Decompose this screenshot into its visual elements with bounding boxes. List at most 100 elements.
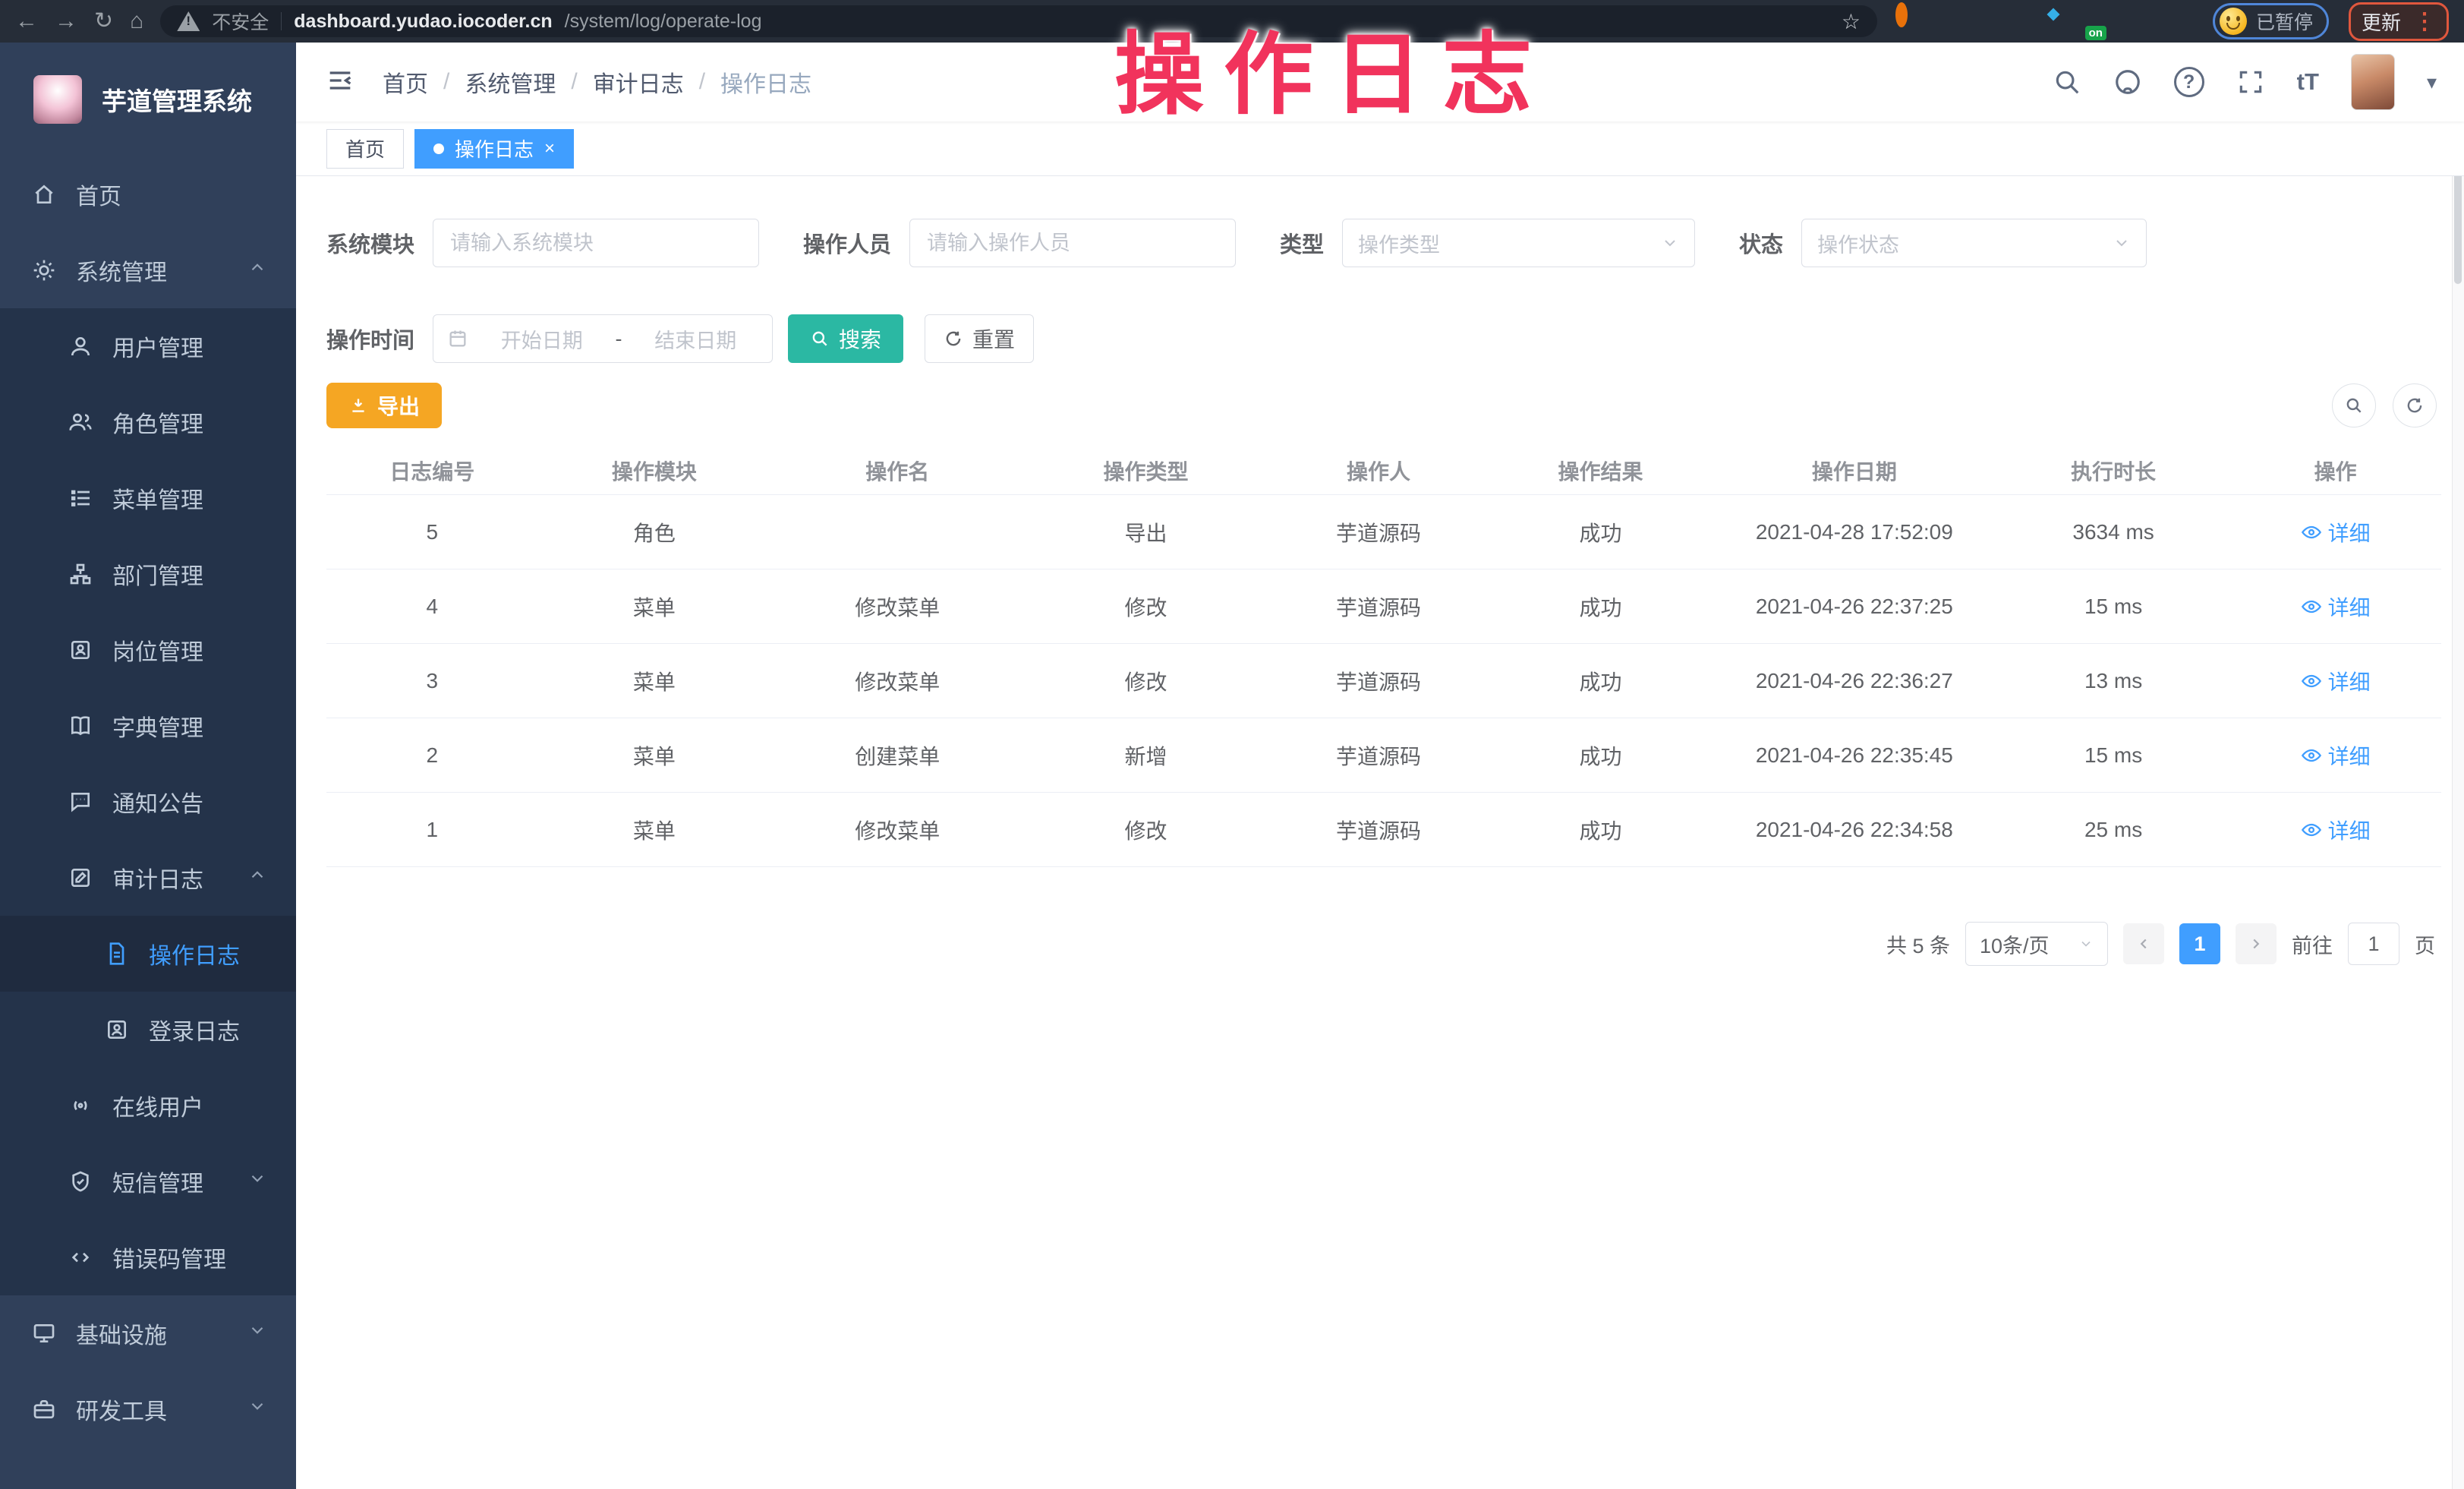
browser-reload-icon[interactable]: ↻ [94,10,113,33]
sidebar-item-label: 错误码管理 [112,1241,226,1274]
app-logo-row[interactable]: 芋道管理系统 [0,43,296,156]
detail-link[interactable]: 详细 [2229,666,2441,696]
url-divider [281,12,282,30]
refresh-table-button[interactable] [2393,383,2437,427]
sidebar-item-label: 角色管理 [112,405,203,439]
page-root: ← → ↻ ⌂ ! 不安全 dashboard.yudao.iocoder.cn… [0,0,2464,1489]
breadcrumb-item[interactable]: 审计日志 [593,65,684,99]
sidebar-item-label: 岗位管理 [112,633,203,667]
detail-link[interactable]: 详细 [2229,740,2441,771]
table-row: 3 菜单 修改菜单 修改 芋道源码 成功 2021-04-26 22:36:27… [326,644,2441,718]
sidebar-item-infra[interactable]: 基础设施 [0,1295,296,1371]
browser-chrome: ← → ↻ ⌂ ! 不安全 dashboard.yudao.iocoder.cn… [0,0,2464,43]
fullscreen-icon[interactable] [2236,68,2265,96]
sidebar-item-label: 部门管理 [112,557,203,591]
tab-dot-icon [433,144,444,154]
status-select[interactable]: 操作状态 [1801,219,2147,267]
breadcrumb-item[interactable]: 系统管理 [465,65,556,99]
ext-switch-icon[interactable]: on [2076,8,2102,34]
search-icon[interactable] [2053,68,2081,96]
hide-search-button[interactable] [2332,383,2376,427]
sidebar-item-dev-tools[interactable]: 研发工具 [0,1371,296,1447]
cell-op-name: 修改菜单 [770,591,1024,622]
ext-puzzle-icon[interactable] [2167,8,2193,34]
bookmark-star-icon[interactable]: ☆ [1842,9,1861,34]
cell-op-type: 导出 [1024,517,1267,547]
sidebar-item-system[interactable]: 系统管理 [0,232,296,308]
sidebar-item-error-code[interactable]: 错误码管理 [0,1219,296,1295]
avatar-caret-icon[interactable]: ▾ [2427,71,2437,94]
module-input[interactable] [433,219,759,267]
user-avatar[interactable] [2351,54,2395,110]
browser-menu-icon[interactable]: ⋮ [2413,8,2436,35]
ext-green-circle-icon[interactable] [1985,8,2011,34]
search-button[interactable]: 搜索 [788,314,903,363]
operator-input[interactable] [909,219,1236,267]
browser-forward-icon[interactable]: → [55,10,77,33]
sidebar-item-sms[interactable]: 短信管理 [0,1144,296,1219]
sidebar-item-users[interactable]: 用户管理 [0,308,296,384]
sidebar-item-home[interactable]: 首页 [0,156,296,232]
emoji-avatar-icon [2220,8,2247,35]
profile-paused-badge[interactable]: 已暂停 [2213,3,2329,39]
cell-op-type: 新增 [1024,740,1267,771]
sidebar-item-audit-log[interactable]: 审计日志 [0,840,296,916]
current-page-button[interactable]: 1 [2179,923,2220,964]
ext-chart-icon[interactable] [2031,8,2056,34]
address-bar[interactable]: ! 不安全 dashboard.yudao.iocoder.cn /system… [160,5,1877,37]
sidebar-item-label: 短信管理 [112,1165,203,1198]
sidebar-item-menus[interactable]: 菜单管理 [0,460,296,536]
sidebar-collapse-icon[interactable] [325,65,355,99]
browser-update-button[interactable]: 更新 ⋮ [2349,2,2449,41]
type-select[interactable]: 操作类型 [1342,219,1695,267]
cell-duration: 15 ms [1997,743,2229,768]
sidebar-item-roles[interactable]: 角色管理 [0,384,296,460]
goto-page-input[interactable] [2348,923,2399,965]
detail-link[interactable]: 详细 [2229,591,2441,622]
date-range-picker[interactable]: 开始日期 - 结束日期 [433,314,773,363]
ext-leaf-icon[interactable] [2122,8,2147,34]
monitor-icon [32,1321,56,1345]
sidebar-item-departments[interactable]: 部门管理 [0,536,296,612]
tab-operate-log[interactable]: 操作日志 × [414,129,574,169]
export-button[interactable]: 导出 [326,383,442,428]
sidebar-item-operate-log[interactable]: 操作日志 [0,916,296,992]
ext-blue-drop-icon[interactable] [1939,8,1965,34]
cell-op-name: 修改菜单 [770,815,1024,845]
page-unit-label: 页 [2415,929,2435,959]
cell-duration: 25 ms [1997,818,2229,842]
sidebar-item-notice[interactable]: 通知公告 [0,764,296,840]
gear-icon [32,258,56,282]
cell-date: 2021-04-26 22:34:58 [1712,818,1997,842]
detail-link[interactable]: 详细 [2229,815,2441,845]
help-icon[interactable]: ? [2174,67,2204,97]
table-toolbar: 导出 [326,383,2441,428]
browser-home-icon[interactable]: ⌂ [130,10,143,33]
sidebar-item-login-log[interactable]: 登录日志 [0,992,296,1068]
table-row: 2 菜单 创建菜单 新增 芋道源码 成功 2021-04-26 22:35:45… [326,718,2441,793]
tab-close-icon[interactable]: × [544,138,555,159]
github-icon[interactable] [2113,68,2142,96]
sidebar-item-label: 用户管理 [112,330,203,363]
page-scrollbar[interactable] [2452,85,2464,1489]
reset-button[interactable]: 重置 [925,314,1034,363]
sidebar-item-online-users[interactable]: 在线用户 [0,1068,296,1144]
breadcrumb-item[interactable]: 首页 [383,65,428,99]
prev-page-button[interactable] [2123,923,2164,964]
detail-link[interactable]: 详细 [2229,517,2441,547]
chevron-up-icon [247,257,267,283]
cell-date: 2021-04-26 22:36:27 [1712,669,1997,693]
browser-back-icon[interactable]: ← [15,10,38,33]
page-size-select[interactable]: 10条/页 [1965,922,2108,966]
sidebar-item-posts[interactable]: 岗位管理 [0,612,296,688]
cell-operator: 芋道源码 [1268,666,1490,696]
sidebar-item-dict[interactable]: 字典管理 [0,688,296,764]
table-tools [2332,383,2437,427]
sidebar-item-label: 审计日志 [112,861,203,894]
user-icon [68,334,93,358]
font-size-icon[interactable]: tT [2297,68,2319,96]
ext-orange-ring-icon[interactable] [1894,8,1920,34]
tab-home[interactable]: 首页 [326,129,404,169]
cell-result: 成功 [1489,517,1712,547]
next-page-button[interactable] [2236,923,2277,964]
